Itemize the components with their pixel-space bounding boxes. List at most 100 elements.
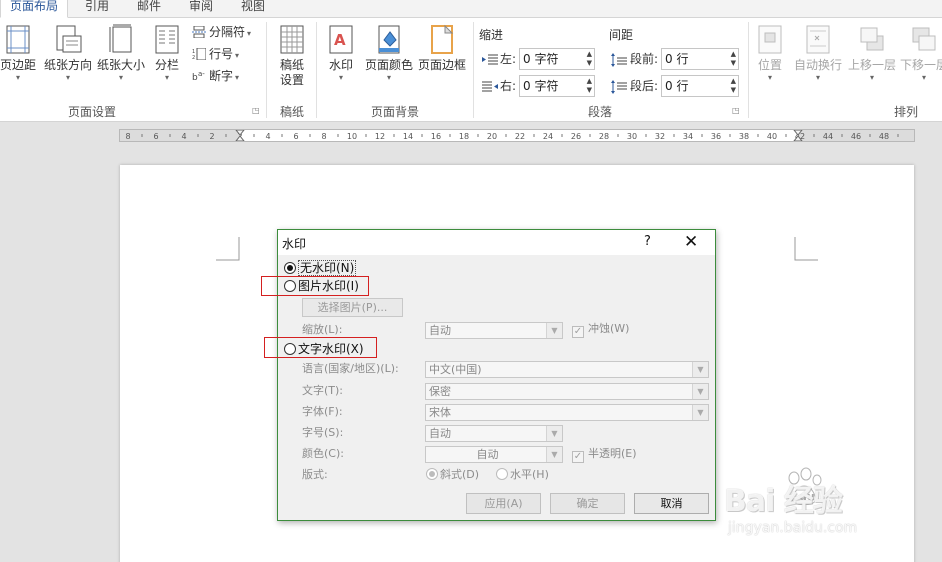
chevron-down-icon: ▾ bbox=[15, 73, 20, 82]
spinner-arrows-icon[interactable]: ▲ ▼ bbox=[587, 50, 592, 68]
hyphenation-button[interactable]: b a- 断字 ▾ bbox=[192, 66, 239, 86]
paper-settings-label-2: 设置 bbox=[279, 73, 304, 87]
tab-review[interactable]: 审阅 bbox=[184, 0, 218, 18]
watermark-icon: A bbox=[329, 25, 353, 54]
spacing-after-input[interactable]: 0 行 ▲ ▼ bbox=[661, 75, 739, 97]
position-icon bbox=[758, 25, 782, 54]
ruler-tick-label: 40 bbox=[767, 132, 777, 141]
indent-left-icon bbox=[482, 54, 498, 65]
ruler-tick-label: 8 bbox=[125, 132, 130, 141]
indent-right-input[interactable]: 0 字符 ▲ ▼ bbox=[519, 75, 595, 97]
margins-button[interactable]: 页边距 ▾ bbox=[0, 24, 40, 83]
text-watermark-radio[interactable]: 文字水印(X) bbox=[284, 341, 364, 357]
columns-icon bbox=[155, 25, 179, 54]
group-divider bbox=[266, 22, 267, 118]
ruler-tick-label: 26 bbox=[571, 132, 581, 141]
scale-value: 自动 bbox=[429, 324, 451, 337]
no-watermark-label: 无水印(N) bbox=[298, 260, 357, 276]
language-select[interactable]: 中文(中国) ▼ bbox=[425, 361, 709, 378]
bring-forward-icon bbox=[860, 27, 884, 51]
indent-left-input[interactable]: 0 字符 ▲ ▼ bbox=[519, 48, 595, 70]
ruler-tick-label: 6 bbox=[153, 132, 158, 141]
horizontal-ruler[interactable]: 8642246810121416182022242628303234363840… bbox=[119, 129, 915, 142]
spinner-arrows-icon[interactable]: ▲ ▼ bbox=[731, 50, 736, 68]
semitransparent-checkbox[interactable]: ✓ 半透明(E) bbox=[572, 446, 637, 463]
indent-right-label: 右: bbox=[500, 79, 517, 93]
ruler-scale: 8642246810121416182022242628303234363840… bbox=[120, 130, 914, 141]
washout-checkbox[interactable]: ✓ 冲蚀(W) bbox=[572, 321, 629, 338]
tab-mailings[interactable]: 邮件 bbox=[132, 0, 166, 18]
send-backward-button[interactable]: 下移一层 ▾ bbox=[898, 24, 942, 83]
no-watermark-radio[interactable]: 无水印(N) bbox=[284, 260, 357, 276]
picture-watermark-label: 图片水印(I) bbox=[298, 279, 359, 293]
position-label: 位置 bbox=[757, 58, 782, 72]
spacing-before-icon bbox=[611, 53, 627, 67]
indent-left-value: 0 字符 bbox=[523, 52, 559, 66]
cancel-button[interactable]: 取消 bbox=[634, 493, 709, 514]
bring-forward-button[interactable]: 上移一层 ▾ bbox=[846, 24, 898, 83]
ruler-tick-label: 30 bbox=[627, 132, 637, 141]
horizontal-radio[interactable]: 水平(H) bbox=[496, 467, 549, 483]
spacing-after-value: 0 行 bbox=[665, 79, 689, 93]
chevron-down-icon: ▾ bbox=[235, 51, 240, 60]
tab-view[interactable]: 视图 bbox=[236, 0, 270, 18]
color-select[interactable]: 自动 ▼ bbox=[425, 446, 563, 463]
breaks-button[interactable]: 分隔符 ▾ bbox=[192, 22, 251, 42]
diagonal-radio[interactable]: 斜式(D) bbox=[426, 467, 479, 483]
dialog-launcher-icon[interactable]: ◳ bbox=[252, 106, 260, 115]
ruler-margin-left bbox=[120, 130, 240, 141]
picture-watermark-radio[interactable]: 图片水印(I) bbox=[284, 278, 359, 294]
paper-size-icon bbox=[109, 24, 132, 53]
close-button[interactable]: ✕ bbox=[684, 232, 698, 252]
radio-selected-icon bbox=[426, 468, 438, 480]
paper-settings-button[interactable]: 稿纸 设置 bbox=[272, 24, 312, 88]
ruler-tick-label: 44 bbox=[823, 132, 833, 141]
margin-corner-mark bbox=[216, 237, 240, 261]
position-button[interactable]: 位置 ▾ bbox=[754, 24, 786, 83]
page-color-icon bbox=[378, 25, 400, 54]
language-value: 中文(中国) bbox=[429, 363, 482, 376]
size-select[interactable]: 自动 ▼ bbox=[425, 425, 563, 442]
tab-page-layout[interactable]: 页面布局 bbox=[0, 0, 68, 18]
spinner-arrows-icon[interactable]: ▲ ▼ bbox=[731, 77, 736, 95]
chevron-down-icon: ▼ bbox=[692, 384, 708, 399]
orientation-button[interactable]: 纸张方向 ▾ bbox=[42, 24, 94, 83]
dialog-title-bar[interactable]: 水印 ? ✕ bbox=[278, 230, 715, 255]
wrap-text-label: 自动换行 bbox=[793, 58, 842, 72]
spacing-before-input[interactable]: 0 行 ▲ ▼ bbox=[661, 48, 739, 70]
diagonal-label: 斜式(D) bbox=[440, 468, 480, 481]
apply-button[interactable]: 应用(A) bbox=[466, 493, 541, 514]
wrap-text-button[interactable]: 自动换行 ▾ bbox=[792, 24, 844, 83]
radio-selected-icon bbox=[284, 262, 296, 274]
watermark-label: 水印 bbox=[328, 58, 353, 72]
page-color-button[interactable]: 页面颜色 ▾ bbox=[363, 24, 415, 83]
size-button[interactable]: 纸张大小 ▾ bbox=[95, 24, 147, 83]
paper-group-label: 稿纸 bbox=[279, 105, 304, 119]
line-numbers-button[interactable]: 1 2 行号 ▾ bbox=[192, 44, 239, 64]
spinner-arrows-icon[interactable]: ▲ ▼ bbox=[587, 77, 592, 95]
hyphenation-icon: b a- bbox=[192, 70, 205, 82]
orientation-icon bbox=[56, 25, 82, 53]
select-picture-button[interactable]: 选择图片(P)... bbox=[302, 298, 403, 317]
indent-left-label: 左: bbox=[500, 52, 517, 66]
dialog-launcher-icon[interactable]: ◳ bbox=[732, 106, 740, 115]
font-select[interactable]: 宋体 ▼ bbox=[425, 404, 709, 421]
chevron-down-icon: ▾ bbox=[921, 73, 926, 82]
ruler-tick-label: 4 bbox=[181, 132, 186, 141]
tab-references[interactable]: 引用 bbox=[80, 0, 114, 18]
ruler-tick-label: 10 bbox=[347, 132, 357, 141]
ruler-tick-label: 48 bbox=[879, 132, 889, 141]
scale-select[interactable]: 自动 ▼ bbox=[425, 322, 563, 339]
page-borders-button[interactable]: 页面边框 bbox=[416, 24, 468, 73]
watermark-button[interactable]: A 水印 ▾ bbox=[322, 24, 360, 83]
ruler-area: 8642246810121416182022242628303234363840… bbox=[0, 123, 942, 150]
ruler-tick-label: 28 bbox=[599, 132, 609, 141]
breaks-icon bbox=[192, 26, 206, 38]
text-select[interactable]: 保密 ▼ bbox=[425, 383, 709, 400]
ruler-tick-label: 34 bbox=[683, 132, 693, 141]
help-button[interactable]: ? bbox=[644, 234, 651, 249]
ruler-tick-label: 18 bbox=[459, 132, 469, 141]
page-background-group-label: 页面背景 bbox=[370, 105, 419, 119]
columns-button[interactable]: 分栏 ▾ bbox=[150, 24, 184, 83]
ok-button[interactable]: 确定 bbox=[550, 493, 625, 514]
